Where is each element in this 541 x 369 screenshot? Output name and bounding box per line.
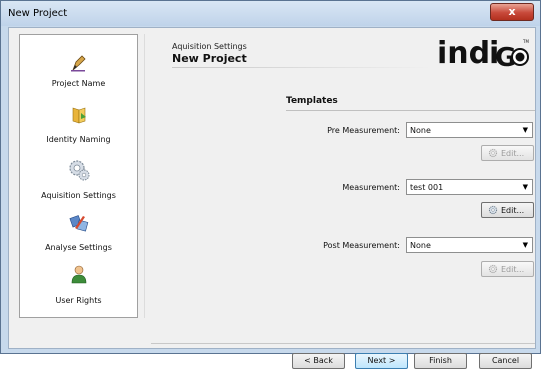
- sidebar-item-label: Identity Naming: [46, 135, 111, 144]
- tools-icon: [69, 215, 89, 232]
- pre-measurement-select[interactable]: None ▼: [406, 122, 533, 138]
- footer-divider: [151, 343, 535, 344]
- edit-button-label: Edit...: [501, 265, 525, 274]
- page-title: New Project: [172, 52, 247, 65]
- wizard-window: New Project x Project Name Identity Nami…: [0, 0, 541, 369]
- measurement-label: Measurement:: [342, 183, 400, 192]
- templates-divider: [286, 110, 535, 111]
- pre-measurement-edit-button[interactable]: Edit...: [481, 145, 534, 161]
- sidebar-item-label: Project Name: [51, 79, 106, 88]
- chevron-down-icon: ▼: [522, 241, 528, 249]
- gear-icon: [69, 160, 90, 181]
- page-subtitle: Aquisition Settings: [172, 42, 247, 51]
- header-divider: [172, 67, 432, 68]
- title-bar[interactable]: New Project x: [1, 1, 540, 26]
- post-measurement-value: None: [410, 241, 431, 250]
- wizard-body: Project Name Identity Naming Aquisition …: [8, 27, 536, 369]
- edit-button-label: Edit...: [501, 149, 525, 158]
- cancel-button[interactable]: Cancel: [479, 353, 532, 369]
- post-measurement-label: Post Measurement:: [323, 241, 400, 250]
- svg-text:ind: ind: [437, 36, 490, 71]
- svg-text:TM: TM: [522, 39, 529, 44]
- sidebar-item-label: User Rights: [55, 296, 102, 305]
- measurement-edit-button[interactable]: Edit...: [481, 202, 534, 218]
- sidebar-item-identity-naming[interactable]: Identity Naming: [20, 105, 137, 155]
- gear-icon: [488, 264, 498, 274]
- user-icon: [71, 265, 87, 284]
- window-title: New Project: [8, 8, 68, 19]
- close-button[interactable]: x: [490, 3, 534, 21]
- indigo-logo: ind i G TM: [437, 33, 532, 73]
- vertical-divider: [144, 34, 145, 318]
- close-icon: x: [508, 5, 516, 18]
- pen-icon: [71, 55, 86, 72]
- logo-mark: ind i G TM: [437, 36, 529, 73]
- sidebar-item-user-rights[interactable]: User Rights: [20, 264, 137, 314]
- finish-button[interactable]: Finish: [414, 353, 467, 369]
- pre-measurement-label: Pre Measurement:: [327, 126, 400, 135]
- chevron-down-icon: ▼: [522, 126, 528, 134]
- sidebar-item-analyse-settings[interactable]: Analyse Settings: [20, 213, 137, 263]
- sidebar-item-label: Aquisition Settings: [41, 191, 116, 200]
- post-measurement-edit-button[interactable]: Edit...: [481, 261, 534, 277]
- sidebar-item-project-name[interactable]: Project Name: [20, 53, 137, 103]
- chevron-down-icon: ▼: [522, 183, 528, 191]
- measurement-value: test 001: [410, 183, 444, 192]
- edit-button-label: Edit...: [501, 206, 525, 215]
- post-measurement-select[interactable]: None ▼: [406, 237, 533, 253]
- pre-measurement-value: None: [410, 126, 431, 135]
- measurement-select[interactable]: test 001 ▼: [406, 179, 533, 195]
- gear-icon: [488, 148, 498, 158]
- gear-icon: [488, 205, 498, 215]
- templates-heading: Templates: [286, 96, 338, 106]
- next-button[interactable]: Next >: [355, 353, 408, 369]
- sidebar-item-aquisition-settings[interactable]: Aquisition Settings: [20, 157, 137, 207]
- folder-icon: [72, 107, 86, 124]
- back-button[interactable]: < Back: [292, 353, 345, 369]
- sidebar-item-label: Analyse Settings: [45, 243, 112, 252]
- wizard-steps-panel: Project Name Identity Naming Aquisition …: [19, 34, 138, 318]
